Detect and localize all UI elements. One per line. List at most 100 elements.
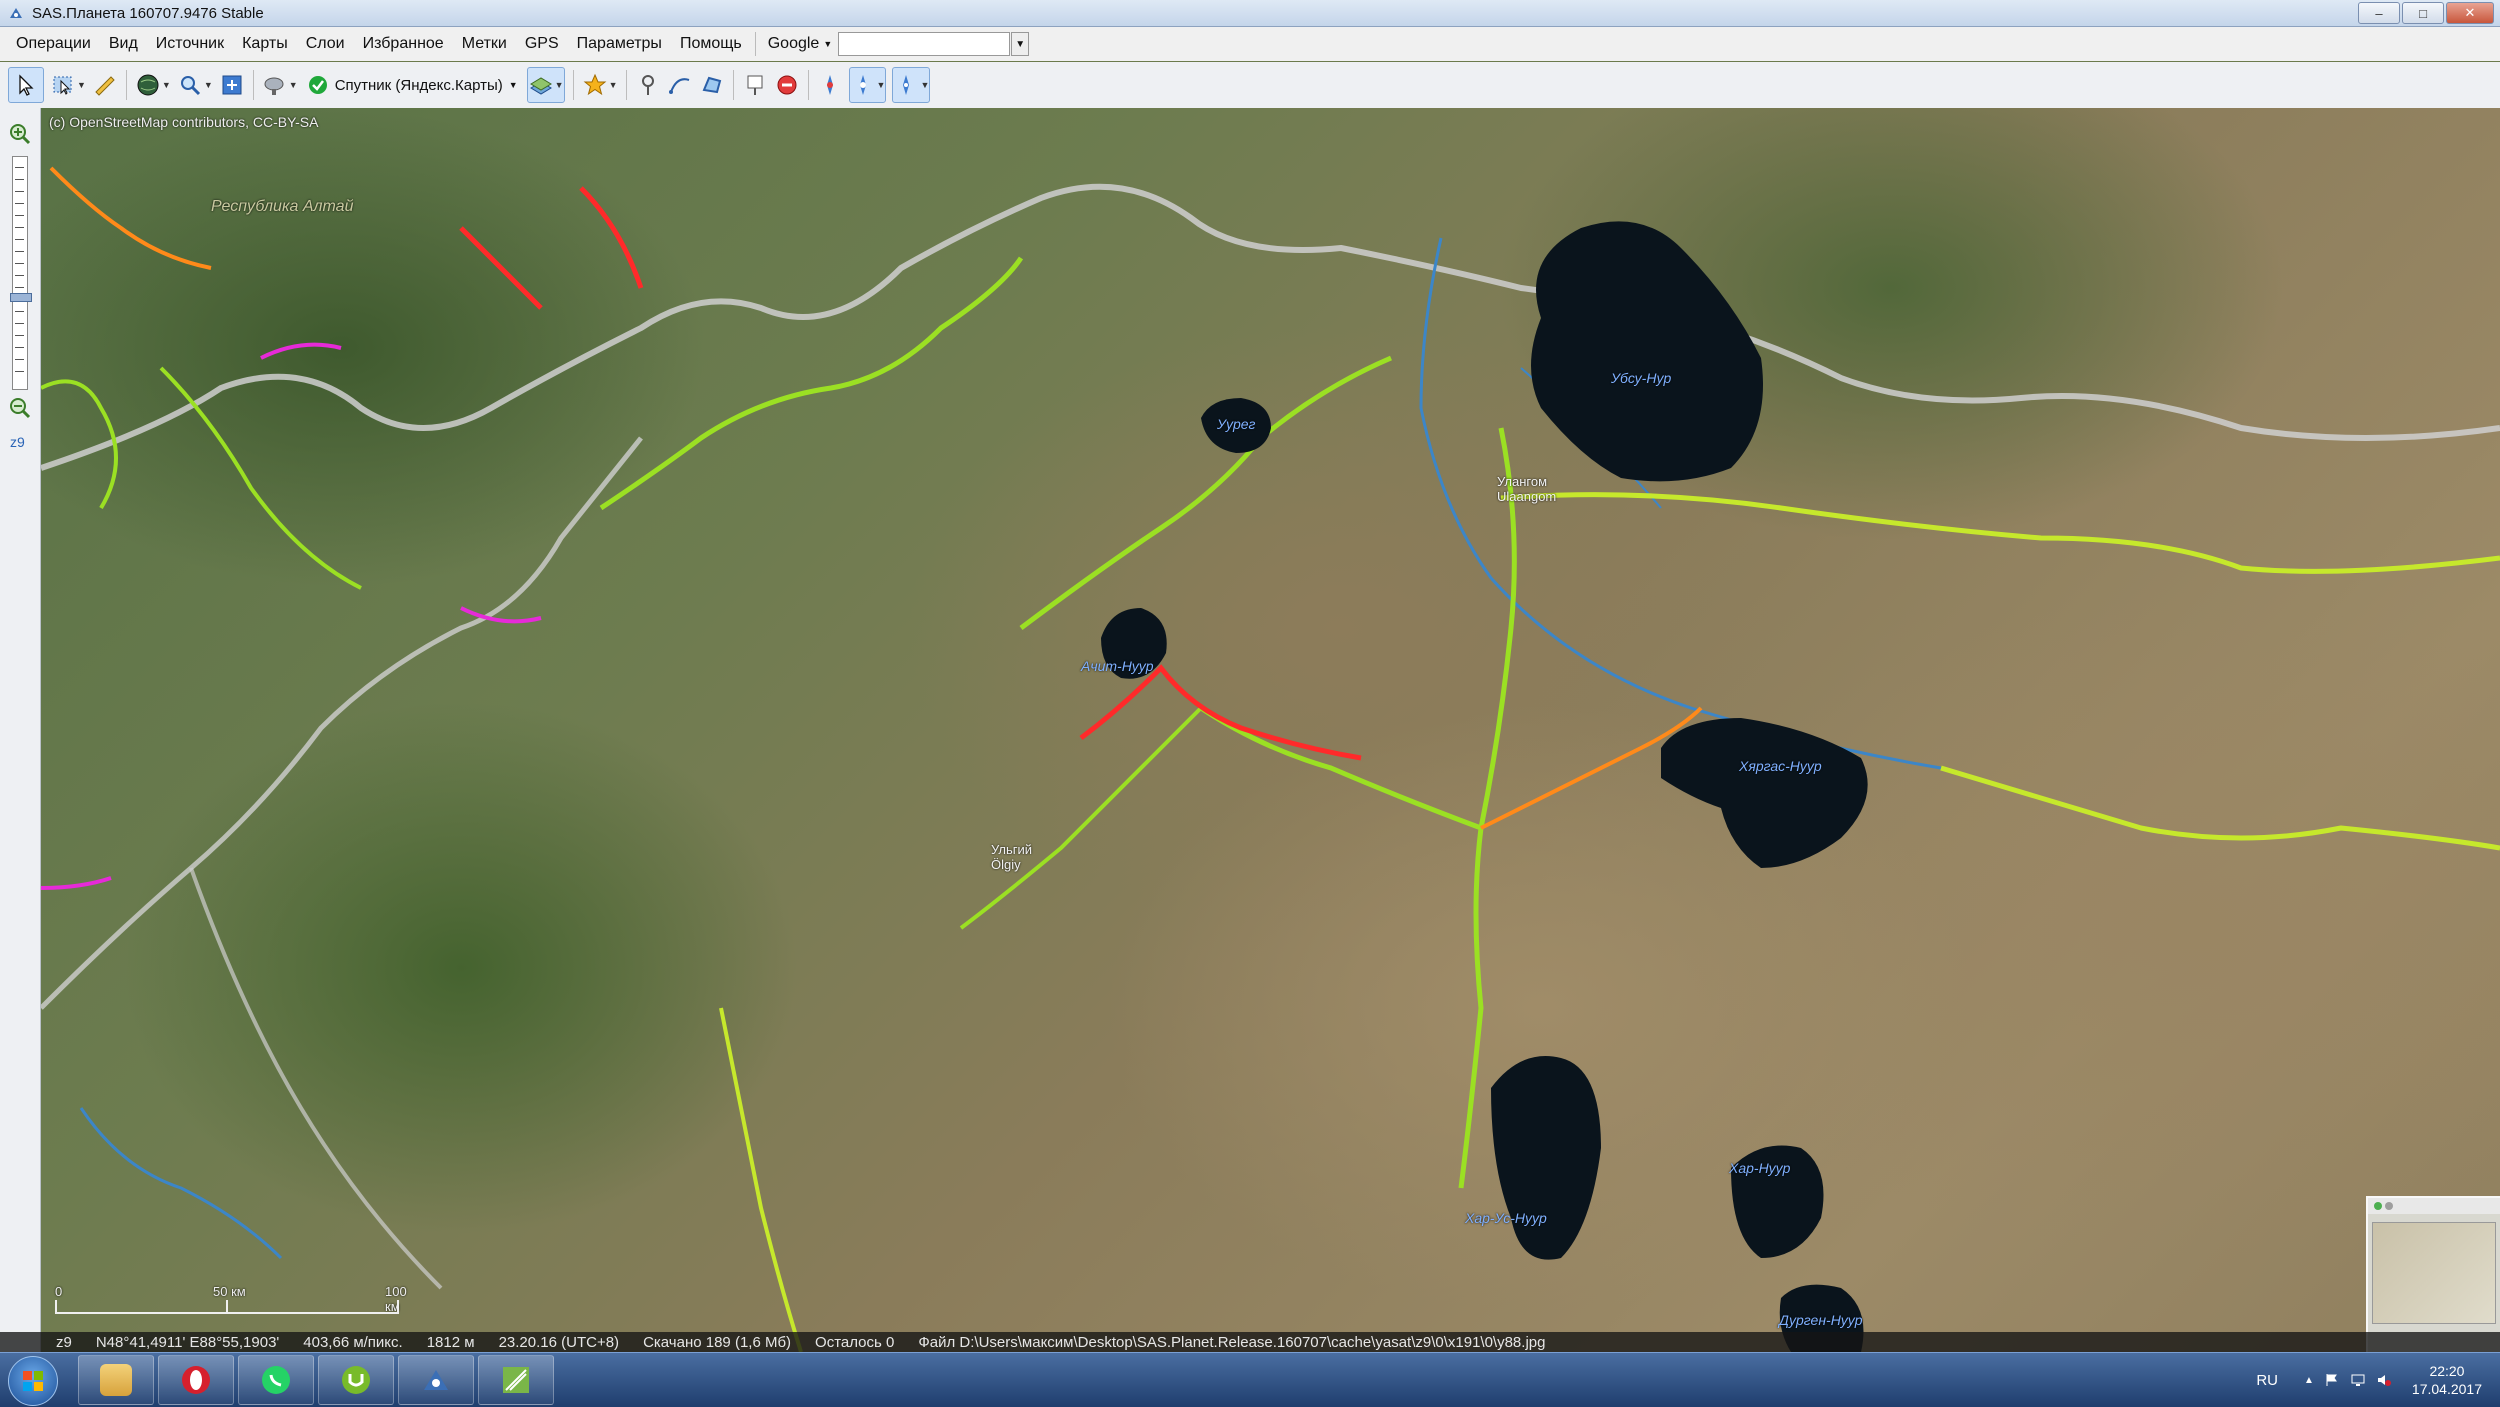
taskbar-utorrent[interactable]	[318, 1355, 394, 1405]
network-icon[interactable]	[2350, 1372, 2366, 1388]
ruler-button[interactable]	[92, 68, 118, 102]
favorites-button[interactable]: ▼	[582, 68, 618, 102]
minimap-zoom-in-icon[interactable]	[2374, 1202, 2382, 1210]
menu-bar: Операции Вид Источник Карты Слои Избранн…	[0, 27, 2500, 61]
lake-khar-us-nuur	[1491, 1056, 1601, 1260]
road-green	[959, 706, 1203, 930]
maximize-button[interactable]: □	[2402, 2, 2444, 24]
whatsapp-icon	[262, 1366, 290, 1394]
taskbar-opera[interactable]	[158, 1355, 234, 1405]
opera-icon	[182, 1366, 210, 1394]
menu-maps[interactable]: Карты	[233, 35, 297, 53]
scale-label-zero: 0	[55, 1284, 63, 1299]
menu-operations[interactable]: Операции	[0, 35, 100, 53]
gps-button[interactable]	[817, 68, 843, 102]
menu-settings[interactable]: Параметры	[568, 35, 671, 53]
menu-source[interactable]: Источник	[147, 35, 233, 53]
status-time: 23.20.16 (UTC+8)	[498, 1333, 620, 1351]
taskbar-sasplanet[interactable]	[398, 1355, 474, 1405]
marks-visibility-button[interactable]	[742, 68, 768, 102]
add-polygon-button[interactable]	[699, 68, 725, 102]
road-green	[719, 1007, 803, 1352]
minimap-zoom-out-icon[interactable]	[2385, 1202, 2393, 1210]
globe-button[interactable]: ▼	[135, 68, 171, 102]
search-input[interactable]	[838, 32, 1011, 56]
utorrent-icon	[342, 1366, 370, 1394]
map-label-ulangom-en: Ulaangom	[1497, 489, 1557, 504]
taskbar-map-app[interactable]	[478, 1355, 554, 1405]
minimap[interactable]	[2366, 1196, 2500, 1352]
zoom-slider[interactable]	[10, 156, 32, 390]
chevron-down-icon: ▼	[508, 80, 518, 90]
status-zoom: z9	[56, 1333, 72, 1351]
road-green	[1199, 705, 1482, 831]
road-green	[159, 366, 362, 590]
satellite-icon	[264, 77, 284, 95]
layers-button[interactable]: ▼	[526, 67, 565, 103]
taskbar-explorer[interactable]	[78, 1355, 154, 1405]
menu-help[interactable]: Помощь	[671, 35, 751, 53]
satellite-dish-button[interactable]: ▼	[262, 68, 298, 102]
sasplanet-icon	[10, 8, 22, 18]
menu-gps[interactable]: GPS	[516, 35, 568, 53]
taskbar-whatsapp[interactable]	[238, 1355, 314, 1405]
scale-bar: 0 50 км 100 км	[55, 1284, 415, 1324]
status-remaining: Осталось 0	[815, 1333, 895, 1351]
close-button[interactable]: ✕	[2446, 2, 2494, 24]
start-button[interactable]	[8, 1356, 58, 1406]
window-title: SAS.Планета 160707.9476 Stable	[32, 4, 264, 22]
region-select-button[interactable]: ▼	[50, 68, 86, 102]
minimap-header	[2368, 1198, 2500, 1214]
minimap-view[interactable]	[2372, 1222, 2496, 1324]
minimize-button[interactable]: –	[2358, 2, 2400, 24]
folder-icon	[100, 1364, 132, 1396]
menu-view[interactable]: Вид	[100, 35, 147, 53]
zoom-out-icon[interactable]	[8, 396, 32, 420]
map-source-dropdown[interactable]: Спутник (Яндекс.Карты) ▼	[301, 74, 524, 96]
road-green	[1940, 765, 2500, 851]
search-dropdown-button[interactable]: ▼	[1011, 32, 1030, 56]
clock-date: 17.04.2017	[2411, 1381, 2482, 1397]
menu-favorites[interactable]: Избранное	[354, 35, 453, 53]
zoom-thumb[interactable]	[10, 293, 32, 302]
add-path-button[interactable]	[667, 68, 693, 102]
gps-center-button[interactable]: ▼	[892, 67, 931, 103]
map-label-durgen-nuur: Дурген-Нуур	[1779, 1312, 1863, 1328]
map-attribution: (c) OpenStreetMap contributors, CC-BY-SA	[49, 114, 319, 130]
map-label-ulgiy: Ульгий Ölgiy	[991, 842, 1032, 872]
search-provider-dropdown[interactable]: Google ▼	[762, 35, 839, 53]
map-label-khyargas-nuur: Хяргас-Нуур	[1739, 758, 1822, 774]
map-overlay	[41, 166, 2500, 1352]
map-source-icon	[308, 76, 327, 94]
road-red	[459, 186, 644, 310]
stop-icon	[777, 75, 797, 95]
gps-track-button[interactable]: ▼	[848, 67, 887, 103]
map-label-ubsu-nur: Убсу-Нур	[1611, 370, 1672, 386]
language-indicator[interactable]: RU	[2256, 1372, 2278, 1389]
show-hidden-icons-icon[interactable]: ▲	[2304, 1375, 2314, 1386]
volume-icon[interactable]	[2376, 1372, 2392, 1388]
map-view[interactable]: (c) OpenStreetMap contributors, CC-BY-SA…	[41, 108, 2500, 1352]
status-coordinates: N48°41,4911' E88°55,1903'	[95, 1333, 280, 1351]
road-orange	[49, 166, 212, 270]
status-bar: z9 N48°41,4911' E88°55,1903' 403,66 м/пи…	[0, 1332, 2500, 1352]
lake-khyargas-nuur	[1661, 718, 1868, 868]
clock[interactable]: 22:20 17.04.2017	[2412, 1362, 2482, 1398]
main-toolbar: ▼ ▼ ▼ ▼ Спутник (Яндекс.Карты) ▼ ▼ ▼ ▼ ▼	[0, 62, 2500, 109]
menu-marks[interactable]: Метки	[453, 35, 516, 53]
zoom-tool-button[interactable]: ▼	[177, 68, 213, 102]
add-placemark-button[interactable]	[635, 68, 661, 102]
delete-marks-button[interactable]	[774, 68, 800, 102]
map-label-ulgiy-ru: Ульгий	[991, 842, 1033, 857]
menu-layers[interactable]: Слои	[297, 35, 354, 53]
star-icon	[583, 73, 606, 96]
map-label-ulangom-ru: Улангом	[1497, 474, 1548, 489]
fullscreen-button[interactable]	[219, 68, 245, 102]
ruler-icon	[95, 76, 115, 96]
flag-icon[interactable]	[2324, 1372, 2340, 1388]
gps-center-icon	[903, 75, 910, 95]
map-label-achit-nuur: Ачит-Нуур	[1081, 658, 1154, 674]
road-green	[1019, 355, 1392, 631]
zoom-in-icon[interactable]	[8, 122, 32, 146]
select-tool-button[interactable]	[8, 67, 44, 103]
